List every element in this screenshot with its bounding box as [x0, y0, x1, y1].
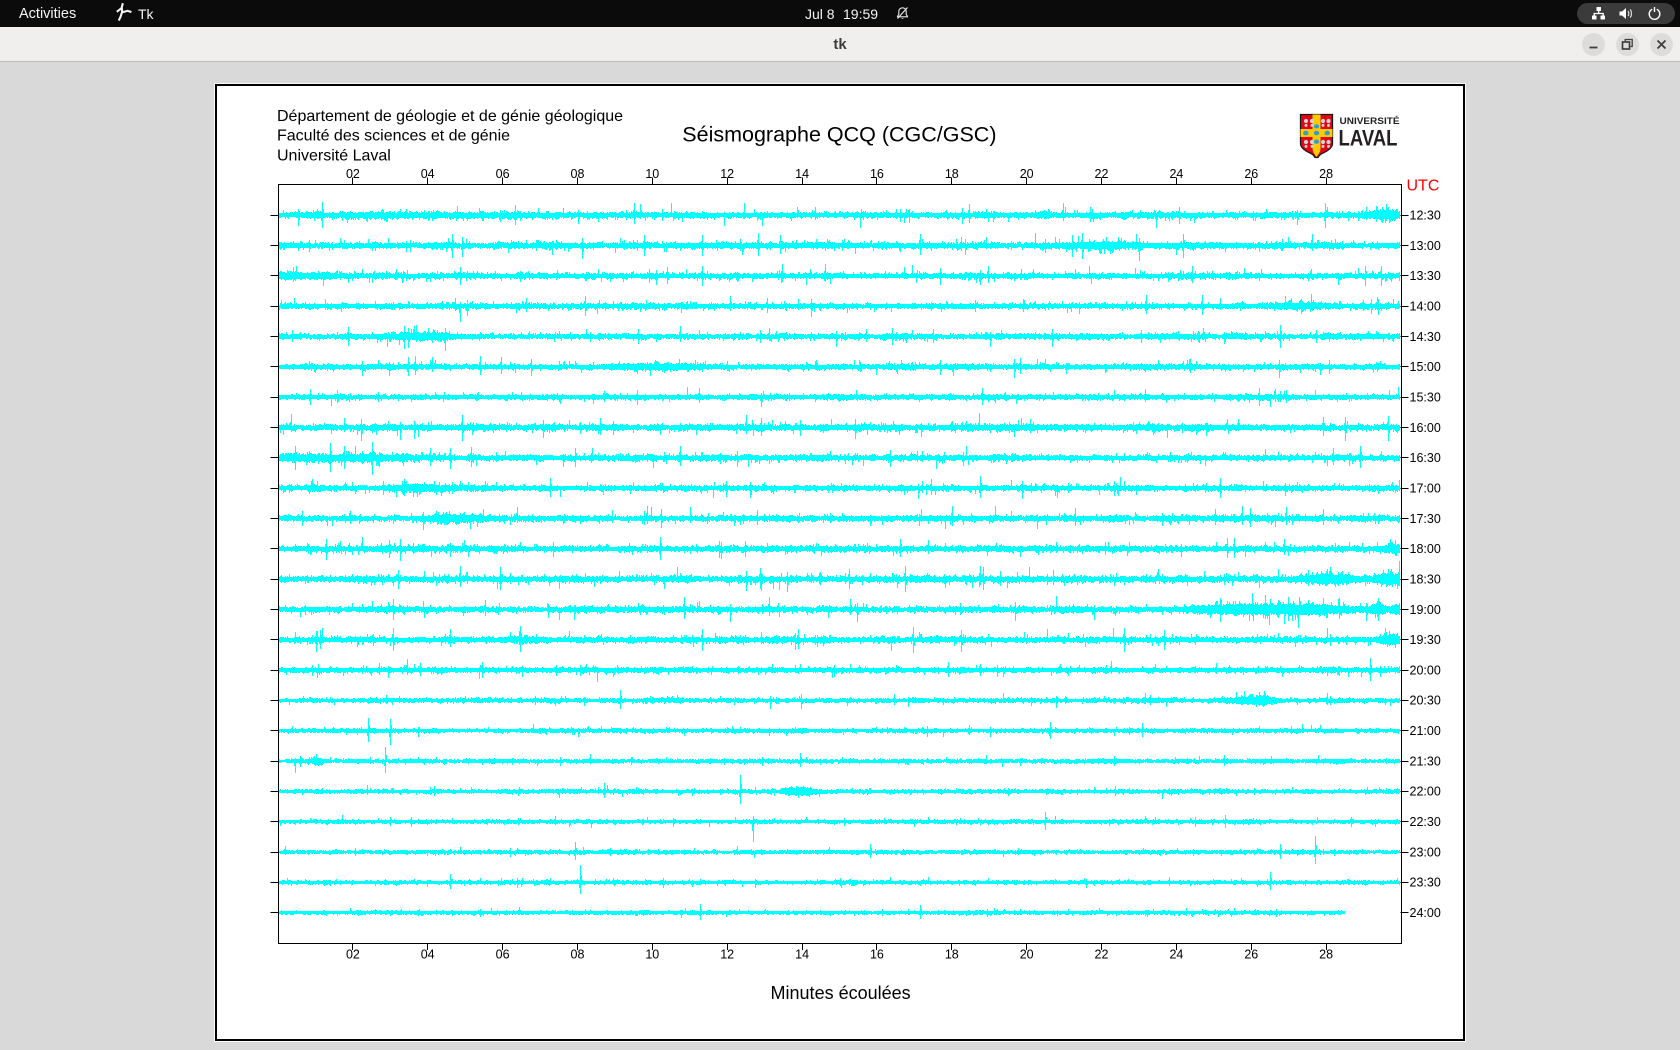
- svg-text:18:30: 18:30: [1410, 572, 1441, 586]
- svg-text:Minutes écoulées: Minutes écoulées: [771, 983, 911, 1003]
- svg-text:04: 04: [421, 167, 435, 181]
- svg-text:28: 28: [1319, 948, 1333, 962]
- svg-text:20: 20: [1020, 948, 1034, 962]
- svg-text:24: 24: [1169, 948, 1183, 962]
- svg-text:21:30: 21:30: [1410, 754, 1441, 768]
- svg-text:02: 02: [346, 167, 360, 181]
- svg-text:08: 08: [571, 167, 585, 181]
- svg-text:14: 14: [795, 167, 809, 181]
- svg-text:12:30: 12:30: [1410, 209, 1441, 223]
- svg-text:Département de géologie et de: Département de géologie et de génie géol…: [277, 108, 623, 125]
- svg-text:22: 22: [1095, 167, 1109, 181]
- svg-text:10: 10: [645, 167, 659, 181]
- svg-text:12: 12: [720, 948, 734, 962]
- svg-text:08: 08: [571, 948, 585, 962]
- svg-text:16:30: 16:30: [1410, 451, 1441, 465]
- svg-text:04: 04: [421, 948, 435, 962]
- svg-text:19:30: 19:30: [1410, 633, 1441, 647]
- svg-text:Séismographe QCQ (CGC/GSC): Séismographe QCQ (CGC/GSC): [682, 123, 996, 147]
- svg-text:17:30: 17:30: [1410, 512, 1441, 526]
- svg-text:UNIVERSITÉ: UNIVERSITÉ: [1340, 115, 1400, 126]
- svg-text:06: 06: [496, 948, 510, 962]
- svg-text:16:00: 16:00: [1410, 421, 1441, 435]
- svg-text:14: 14: [795, 948, 809, 962]
- svg-text:21:00: 21:00: [1410, 724, 1441, 738]
- svg-text:Faculté des sciences et de gén: Faculté des sciences et de génie: [277, 128, 510, 145]
- svg-text:22:30: 22:30: [1410, 815, 1441, 829]
- svg-text:16: 16: [870, 948, 884, 962]
- svg-text:15:30: 15:30: [1410, 391, 1441, 405]
- svg-text:18:00: 18:00: [1410, 542, 1441, 556]
- svg-text:15:00: 15:00: [1410, 360, 1441, 374]
- svg-text:17:00: 17:00: [1410, 481, 1441, 495]
- svg-text:22:00: 22:00: [1410, 785, 1441, 799]
- svg-text:13:30: 13:30: [1410, 269, 1441, 283]
- svg-text:28: 28: [1319, 167, 1333, 181]
- svg-text:10: 10: [645, 948, 659, 962]
- svg-text:23:30: 23:30: [1410, 876, 1441, 890]
- svg-text:12: 12: [720, 167, 734, 181]
- svg-text:24: 24: [1169, 167, 1183, 181]
- svg-text:20:30: 20:30: [1410, 694, 1441, 708]
- svg-text:23:00: 23:00: [1410, 845, 1441, 859]
- svg-text:02: 02: [346, 948, 360, 962]
- svg-text:06: 06: [496, 167, 510, 181]
- svg-text:19:00: 19:00: [1410, 603, 1441, 617]
- svg-text:26: 26: [1244, 948, 1258, 962]
- svg-text:14:30: 14:30: [1410, 330, 1441, 344]
- svg-text:26: 26: [1244, 167, 1258, 181]
- svg-text:14:00: 14:00: [1410, 300, 1441, 314]
- svg-text:20: 20: [1020, 167, 1034, 181]
- svg-text:18: 18: [945, 167, 959, 181]
- svg-text:22: 22: [1095, 948, 1109, 962]
- svg-text:LAVAL: LAVAL: [1339, 126, 1398, 151]
- svg-text:24:00: 24:00: [1410, 906, 1441, 920]
- svg-text:Université Laval: Université Laval: [277, 148, 391, 165]
- svg-text:13:00: 13:00: [1410, 239, 1441, 253]
- svg-text:UTC: UTC: [1407, 178, 1440, 195]
- svg-text:18: 18: [945, 948, 959, 962]
- svg-text:20:00: 20:00: [1410, 663, 1441, 677]
- svg-text:16: 16: [870, 167, 884, 181]
